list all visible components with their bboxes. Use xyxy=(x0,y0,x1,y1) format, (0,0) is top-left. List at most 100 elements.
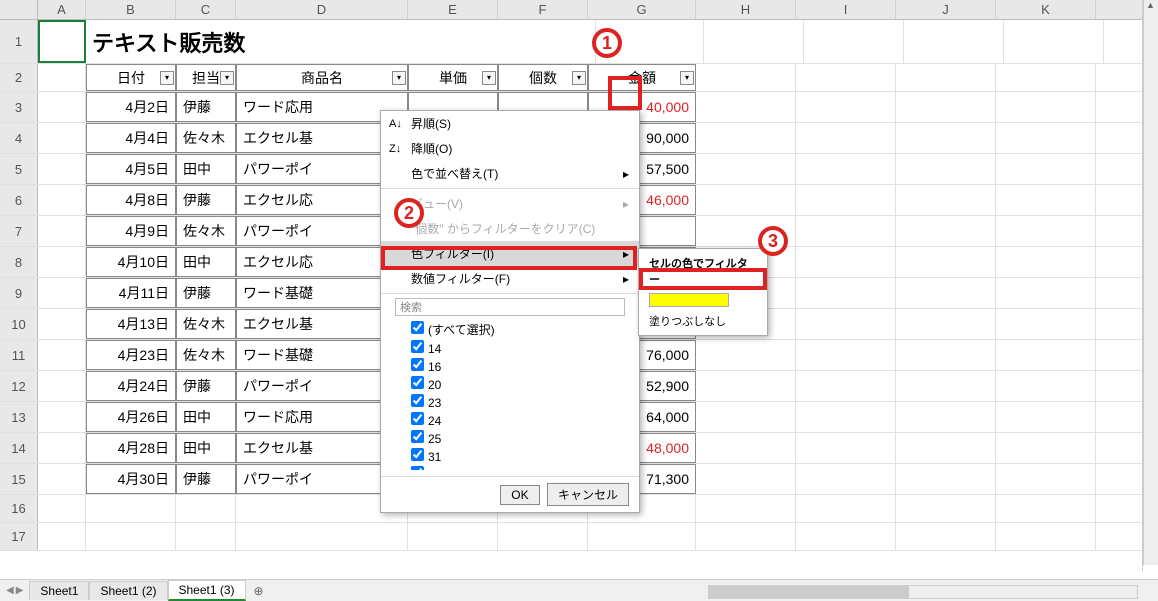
row-header[interactable]: 5 xyxy=(0,154,38,184)
col-header-A[interactable]: A xyxy=(38,0,86,19)
cell-date[interactable]: 4月5日 xyxy=(86,154,176,184)
menu-sort-color[interactable]: 色で並べ替え(T)▸ xyxy=(381,161,639,186)
cell-date[interactable]: 4月23日 xyxy=(86,340,176,370)
cell-rep[interactable]: 田中 xyxy=(176,247,236,277)
chk-item[interactable] xyxy=(411,358,424,371)
add-sheet-button[interactable]: ⊕ xyxy=(246,584,272,598)
row-header[interactable]: 10 xyxy=(0,309,38,339)
cell-rep[interactable]: 田中 xyxy=(176,433,236,463)
cell-date[interactable]: 4月9日 xyxy=(86,216,176,246)
title-cell[interactable]: テキスト販売数 xyxy=(86,20,596,63)
row-header-16[interactable]: 16 xyxy=(0,495,38,522)
tab-next-icon[interactable]: ▶ xyxy=(16,585,24,596)
cell-A1[interactable] xyxy=(38,20,86,63)
sort-desc-icon: Z↓ xyxy=(389,143,401,155)
chk-item[interactable] xyxy=(411,448,424,461)
header-rep[interactable]: 担当▾ xyxy=(176,64,236,91)
header-qty[interactable]: 個数▾ xyxy=(498,64,588,91)
col-header-F[interactable]: F xyxy=(498,0,588,19)
row-header[interactable]: 11 xyxy=(0,340,38,370)
row-header-2[interactable]: 2 xyxy=(0,64,38,91)
header-product[interactable]: 商品名▾ xyxy=(236,64,408,91)
row-header-17[interactable]: 17 xyxy=(0,523,38,550)
col-header-J[interactable]: J xyxy=(896,0,996,19)
filter-search-input[interactable] xyxy=(395,298,625,316)
horizontal-scrollbar[interactable] xyxy=(708,585,1138,599)
select-all-corner[interactable] xyxy=(0,0,38,19)
cell-rep[interactable]: 佐々木 xyxy=(176,216,236,246)
col-header-H[interactable]: H xyxy=(696,0,796,19)
row-header-1[interactable]: 1 xyxy=(0,20,38,63)
cell-rep[interactable]: 伊藤 xyxy=(176,464,236,494)
cell-rep[interactable]: 伊藤 xyxy=(176,371,236,401)
tab-prev-icon[interactable]: ◀ xyxy=(6,585,14,596)
chk-item[interactable] xyxy=(411,466,424,470)
header-amount[interactable]: 金額▾ xyxy=(588,64,696,91)
row-header[interactable]: 8 xyxy=(0,247,38,277)
chk-all[interactable] xyxy=(411,321,424,334)
cell-date[interactable]: 4月11日 xyxy=(86,278,176,308)
cell-date[interactable]: 4月10日 xyxy=(86,247,176,277)
row-header[interactable]: 13 xyxy=(0,402,38,432)
cancel-button[interactable]: キャンセル xyxy=(547,483,629,506)
chk-item[interactable] xyxy=(411,394,424,407)
cell-rep[interactable]: 佐々木 xyxy=(176,309,236,339)
col-header-K[interactable]: K xyxy=(996,0,1096,19)
cell-date[interactable]: 4月30日 xyxy=(86,464,176,494)
scroll-up-icon[interactable]: ▲ xyxy=(1144,0,1157,14)
cell-rep[interactable]: 伊藤 xyxy=(176,185,236,215)
menu-number-filter[interactable]: 数値フィルター(F)▸ xyxy=(381,266,639,291)
submenu-nofill[interactable]: 塗りつぶしなし xyxy=(639,310,767,332)
filter-btn-product[interactable]: ▾ xyxy=(392,71,406,85)
menu-color-filter[interactable]: 色フィルター(I)▸ xyxy=(381,241,639,266)
tab-sheet1[interactable]: Sheet1 xyxy=(29,581,89,600)
filter-btn-rep[interactable]: ▾ xyxy=(220,71,234,85)
col-header-D[interactable]: D xyxy=(236,0,408,19)
cell-rep[interactable]: 佐々木 xyxy=(176,340,236,370)
col-header-G[interactable]: G xyxy=(588,0,696,19)
cell-rep[interactable]: 田中 xyxy=(176,402,236,432)
cell-date[interactable]: 4月24日 xyxy=(86,371,176,401)
chk-item[interactable] xyxy=(411,412,424,425)
col-header-E[interactable]: E xyxy=(408,0,498,19)
cell-date[interactable]: 4月28日 xyxy=(86,433,176,463)
vertical-scrollbar[interactable]: ▲ xyxy=(1143,0,1158,565)
row-header[interactable]: 7 xyxy=(0,216,38,246)
chk-item[interactable] xyxy=(411,430,424,443)
ok-button[interactable]: OK xyxy=(500,485,539,505)
tab-sheet1-3[interactable]: Sheet1 (3) xyxy=(168,580,246,601)
row-header[interactable]: 12 xyxy=(0,371,38,401)
chk-item[interactable] xyxy=(411,376,424,389)
filter-btn-qty[interactable]: ▾ xyxy=(572,71,586,85)
tab-sheet1-2[interactable]: Sheet1 (2) xyxy=(89,581,167,600)
annotation-2: 2 xyxy=(394,198,424,228)
cell-date[interactable]: 4月4日 xyxy=(86,123,176,153)
row-header[interactable]: 3 xyxy=(0,92,38,122)
row-header[interactable]: 15 xyxy=(0,464,38,494)
cell-date[interactable]: 4月2日 xyxy=(86,92,176,122)
filter-menu: A↓昇順(S) Z↓降順(O) 色で並べ替え(T)▸ ビュー(V)▸ "個数" … xyxy=(380,110,640,513)
row-header[interactable]: 6 xyxy=(0,185,38,215)
filter-btn-amount[interactable]: ▾ xyxy=(680,71,694,85)
header-price[interactable]: 単価▾ xyxy=(408,64,498,91)
col-header-C[interactable]: C xyxy=(176,0,236,19)
filter-btn-price[interactable]: ▾ xyxy=(482,71,496,85)
chk-item[interactable] xyxy=(411,340,424,353)
cell-rep[interactable]: 伊藤 xyxy=(176,278,236,308)
header-date[interactable]: 日付▾ xyxy=(86,64,176,91)
cell-rep[interactable]: 伊藤 xyxy=(176,92,236,122)
cell-date[interactable]: 4月13日 xyxy=(86,309,176,339)
cell-rep[interactable]: 佐々木 xyxy=(176,123,236,153)
col-header-B[interactable]: B xyxy=(86,0,176,19)
filter-btn-date[interactable]: ▾ xyxy=(160,71,174,85)
col-header-I[interactable]: I xyxy=(796,0,896,19)
cell-rep[interactable]: 田中 xyxy=(176,154,236,184)
cell-date[interactable]: 4月8日 xyxy=(86,185,176,215)
menu-sort-desc[interactable]: Z↓降順(O) xyxy=(381,136,639,161)
row-header[interactable]: 4 xyxy=(0,123,38,153)
row-header[interactable]: 9 xyxy=(0,278,38,308)
cell-date[interactable]: 4月26日 xyxy=(86,402,176,432)
menu-sort-asc[interactable]: A↓昇順(S) xyxy=(381,111,639,136)
row-header[interactable]: 14 xyxy=(0,433,38,463)
submenu-yellow[interactable] xyxy=(639,290,767,310)
